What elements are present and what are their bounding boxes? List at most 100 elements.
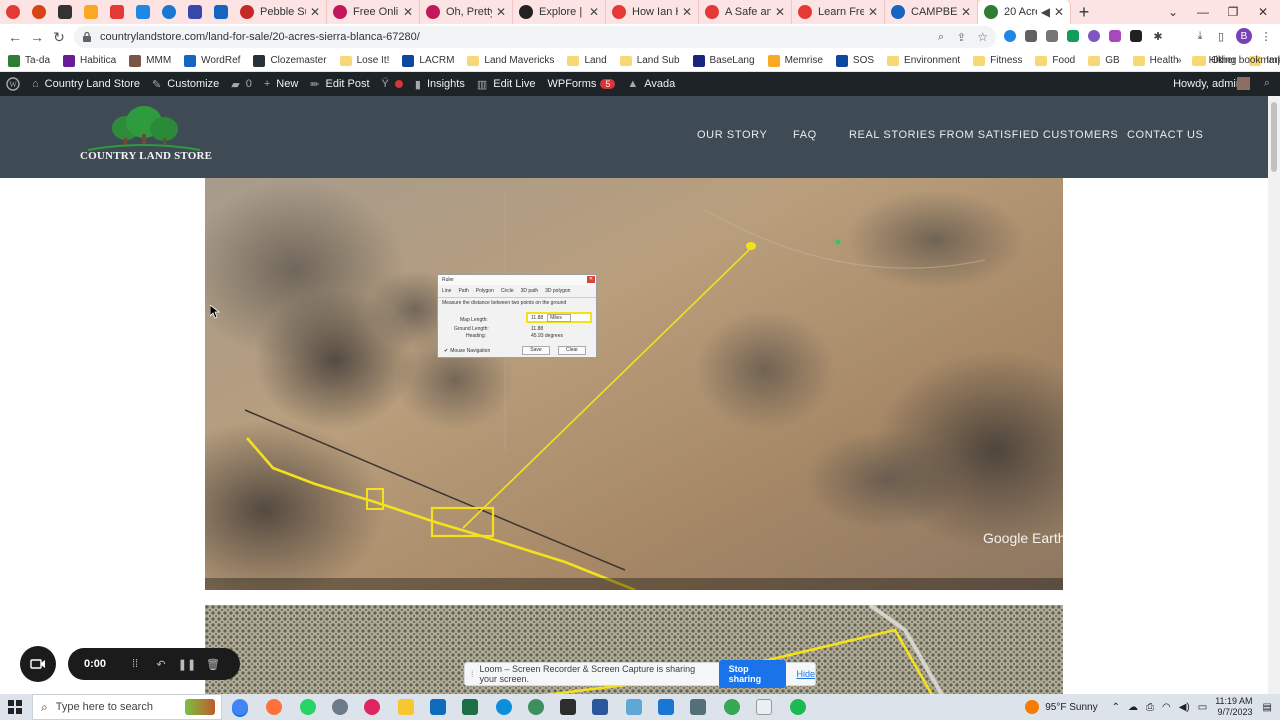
- onedrive-icon[interactable]: ☁: [1128, 702, 1138, 713]
- bookmark-item[interactable]: BaseLang: [692, 54, 755, 67]
- bookmark-item[interactable]: Food: [1035, 55, 1075, 66]
- loom-delete-icon[interactable]: 🗑: [200, 658, 226, 671]
- bookmark-star-icon[interactable]: ☆: [977, 30, 988, 44]
- word-taskbar-icon[interactable]: [592, 699, 608, 715]
- bookmark-item[interactable]: Lose It!: [339, 55, 389, 66]
- taskbar-search-box[interactable]: ⌕ Type here to search: [32, 694, 222, 720]
- nav-contact-us[interactable]: CONTACT US: [1127, 129, 1204, 141]
- pinned-tab-8[interactable]: [182, 0, 208, 24]
- notifications-icon[interactable]: ▤: [1263, 702, 1272, 713]
- browser-tab[interactable]: Learn French W ✕: [792, 0, 885, 24]
- maximize-button[interactable]: ❐: [1218, 0, 1248, 24]
- pinned-tab-5[interactable]: [104, 0, 130, 24]
- zoom-icon[interactable]: ⌕: [938, 31, 944, 44]
- loom-pause-icon[interactable]: ❚❚: [174, 658, 200, 671]
- bookmark-item[interactable]: Land Mavericks: [467, 55, 554, 66]
- close-tab-icon[interactable]: ✕: [961, 5, 971, 19]
- pinned-tab-2[interactable]: [26, 0, 52, 24]
- close-tab-icon[interactable]: ✕: [1054, 5, 1064, 19]
- tab-audio-icon[interactable]: ◀: [1041, 5, 1050, 19]
- bookmark-item[interactable]: Habitica: [63, 54, 116, 67]
- extension-icon[interactable]: [1109, 30, 1121, 42]
- nav-real-stories[interactable]: REAL STORIES FROM SATISFIED CUSTOMERS: [849, 129, 1118, 141]
- app-taskbar-icon[interactable]: [332, 699, 348, 715]
- edge-taskbar-icon[interactable]: [496, 699, 512, 715]
- calculator-taskbar-icon[interactable]: [690, 699, 706, 715]
- bookmark-item[interactable]: Environment: [887, 55, 960, 66]
- windows-start-icon[interactable]: [8, 700, 22, 717]
- wp-wpforms[interactable]: WPForms 5: [547, 78, 616, 90]
- page-scrollbar[interactable]: [1268, 96, 1280, 694]
- close-tab-icon[interactable]: ✕: [868, 5, 878, 19]
- site-logo[interactable]: COUNTRY LAND STORE: [78, 104, 212, 168]
- pinned-tab-6[interactable]: [130, 0, 156, 24]
- unit-dropdown[interactable]: Miles: [547, 313, 571, 322]
- file-explorer-taskbar-icon[interactable]: [398, 699, 414, 715]
- wp-edit-live[interactable]: ▥ Edit Live: [477, 78, 536, 91]
- scrollbar-thumb[interactable]: [1271, 102, 1277, 172]
- excel-taskbar-icon[interactable]: [462, 699, 478, 715]
- pinned-tab-4[interactable]: [78, 0, 104, 24]
- browser-tab[interactable]: Pebble Success ✕: [234, 0, 327, 24]
- wp-howdy[interactable]: Howdy, admin: [1173, 78, 1242, 90]
- bookmark-item[interactable]: GB: [1088, 55, 1120, 66]
- pinned-tab-7[interactable]: [156, 0, 182, 24]
- bookmark-item[interactable]: LACRM: [402, 54, 454, 67]
- ruler-tab[interactable]: Path: [458, 288, 468, 294]
- search-icon[interactable]: ⌕: [1264, 77, 1270, 90]
- mouse-navigation-checkbox[interactable]: ✔ Mouse Navigation: [444, 348, 490, 354]
- wordpress-logo-icon[interactable]: W: [6, 77, 20, 91]
- bookmark-item[interactable]: WordRef: [184, 54, 240, 67]
- nav-our-story[interactable]: OUR STORY: [697, 129, 767, 141]
- close-window-button[interactable]: ✕: [1248, 0, 1278, 24]
- spotify-taskbar-icon[interactable]: [790, 699, 806, 715]
- wp-edit-post[interactable]: ✏ Edit Post: [310, 78, 369, 91]
- close-tab-icon[interactable]: ✕: [310, 5, 320, 19]
- chrome-menu-icon[interactable]: ⋮: [1258, 28, 1274, 44]
- bookmark-item[interactable]: Clozemaster: [253, 54, 327, 67]
- pinned-tab-9[interactable]: [208, 0, 234, 24]
- ruler-tab[interactable]: Line: [442, 288, 451, 294]
- wp-new[interactable]: + New: [264, 78, 298, 90]
- loom-restart-icon[interactable]: ↶: [148, 658, 174, 671]
- bookmark-item[interactable]: Memrise: [767, 54, 823, 67]
- outlook-taskbar-icon[interactable]: [430, 699, 446, 715]
- drag-handle-icon[interactable]: ⁞: [471, 669, 474, 679]
- bookmark-item[interactable]: SOS: [835, 54, 874, 67]
- app-taskbar-icon[interactable]: [724, 699, 740, 715]
- loom-camera-button[interactable]: [20, 646, 56, 682]
- bookmark-item[interactable]: Health: [1132, 55, 1179, 66]
- extension-icon[interactable]: [1025, 30, 1037, 42]
- browser-tab[interactable]: CAMPBELL TER ✕: [885, 0, 978, 24]
- close-tab-icon[interactable]: ✕: [589, 5, 599, 19]
- profile-avatar[interactable]: B: [1236, 28, 1252, 44]
- browser-tab[interactable]: A Safe and Aff ✕: [699, 0, 792, 24]
- bookmark-item[interactable]: Ta-da: [8, 54, 50, 67]
- hide-share-bar-link[interactable]: Hide: [796, 669, 815, 679]
- loom-drawing-icon[interactable]: ⁞⁞: [122, 658, 148, 670]
- share-icon[interactable]: ⇪: [957, 31, 966, 44]
- whatsapp-taskbar-icon[interactable]: [300, 699, 316, 715]
- close-tab-icon[interactable]: ✕: [775, 5, 785, 19]
- bookmark-item[interactable]: Fitness: [973, 55, 1022, 66]
- app-taskbar-icon[interactable]: [364, 699, 380, 715]
- wifi-icon[interactable]: ◠: [1162, 702, 1171, 713]
- bookmark-item[interactable]: Land Sub: [619, 55, 680, 66]
- tray-chevron-icon[interactable]: ⌃: [1112, 702, 1120, 713]
- map-length-select[interactable]: 11.88 Miles: [526, 312, 592, 323]
- other-bookmarks[interactable]: Other bookmarks: [1194, 55, 1280, 66]
- pinned-tab-3[interactable]: [52, 0, 78, 24]
- browser-tab[interactable]: Free Online Gu ✕: [327, 0, 420, 24]
- extensions-puzzle-icon[interactable]: ✱: [1150, 28, 1166, 44]
- new-tab-button[interactable]: +: [1071, 2, 1097, 23]
- minimize-button[interactable]: —: [1188, 0, 1218, 24]
- chrome-taskbar-icon[interactable]: [232, 699, 248, 715]
- ruler-tab[interactable]: 3D polygon: [545, 288, 570, 294]
- wp-customize[interactable]: ✎ Customize: [152, 78, 219, 91]
- ruler-tab[interactable]: Circle: [501, 288, 514, 294]
- app-taskbar-icon[interactable]: [626, 699, 642, 715]
- wp-comments[interactable]: ▰ 0: [231, 78, 252, 91]
- bookmark-item[interactable]: Land: [567, 55, 607, 66]
- browser-tab[interactable]: How Ian Horo ✕: [606, 0, 699, 24]
- close-tab-icon[interactable]: ✕: [682, 5, 692, 19]
